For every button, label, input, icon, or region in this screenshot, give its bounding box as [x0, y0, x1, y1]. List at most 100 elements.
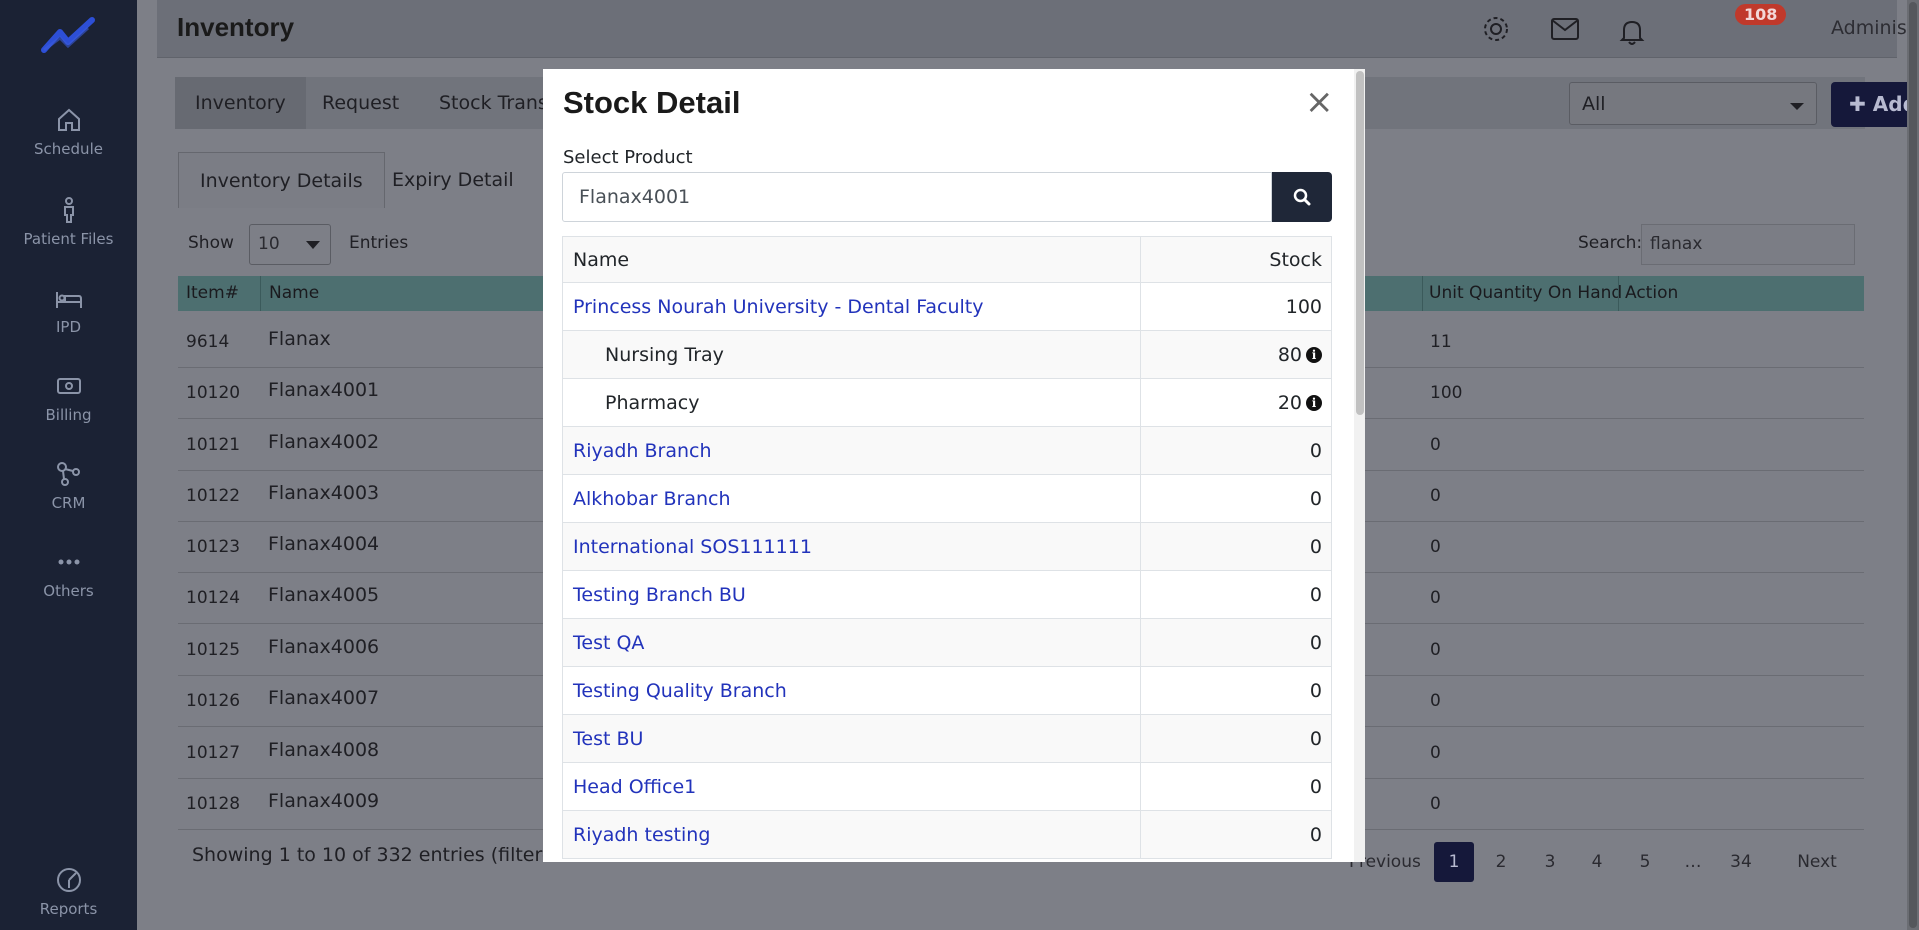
branch-link[interactable]: Testing Branch BU — [573, 584, 746, 606]
sidebar-item-patient-files[interactable]: Patient Files — [0, 196, 137, 248]
location-name: Nursing Tray — [605, 344, 724, 366]
network-icon — [56, 462, 80, 486]
item-number: 10126 — [186, 691, 241, 711]
branch-link[interactable]: International SOS111111 — [573, 536, 812, 558]
item-name[interactable]: Flanax4004 — [268, 533, 379, 555]
logo-icon[interactable] — [40, 16, 96, 56]
column-header-name: Name — [573, 249, 630, 271]
sidebar-item-label: Others — [43, 582, 94, 600]
sidebar-item-label: CRM — [51, 494, 86, 512]
column-header-action: Action — [1618, 276, 1678, 311]
stock-row[interactable]: Princess Nourah University - Dental Facu… — [562, 283, 1332, 331]
tab-inventory[interactable]: Inventory — [175, 77, 306, 129]
unit-quantity: 0 — [1430, 743, 1441, 763]
item-name[interactable]: Flanax4003 — [268, 482, 379, 504]
sidebar-item-others[interactable]: Others — [0, 548, 137, 600]
tab-request[interactable]: Request — [302, 77, 419, 129]
sidebar-item-label: IPD — [55, 318, 82, 336]
info-icon[interactable]: i — [1306, 395, 1322, 411]
item-name[interactable]: Flanax4007 — [268, 687, 379, 709]
modal-scrollbar-thumb[interactable] — [1356, 71, 1364, 415]
pagination-page[interactable]: 5 — [1625, 842, 1665, 882]
stock-value: 0 — [1309, 776, 1322, 798]
item-number: 10124 — [186, 588, 241, 608]
unit-quantity: 0 — [1430, 588, 1441, 608]
search-label: Search: — [1578, 233, 1643, 253]
search-input[interactable]: flanax — [1641, 224, 1855, 265]
stock-detail-modal: Stock Detail × Select Product Flanax4001… — [543, 69, 1365, 862]
page-size-select[interactable]: 10 — [249, 224, 331, 265]
product-search-button[interactable] — [1272, 172, 1332, 222]
unit-quantity: 11 — [1430, 332, 1452, 352]
sidebar-item-label: Billing — [45, 406, 92, 424]
branch-link[interactable]: Princess Nourah University - Dental Facu… — [573, 296, 984, 318]
stock-row[interactable]: Test BU 0 — [562, 715, 1332, 763]
stock-row[interactable]: International SOS111111 0 — [562, 523, 1332, 571]
sidebar-item-reports[interactable]: Reports — [0, 866, 137, 918]
branch-link[interactable]: Riyadh testing — [573, 824, 710, 846]
pagination-page[interactable]: 2 — [1481, 842, 1521, 882]
stock-value: 0 — [1309, 536, 1322, 558]
stock-row[interactable]: Test QA 0 — [562, 619, 1332, 667]
home-icon — [57, 108, 80, 131]
product-input[interactable]: Flanax4001 — [562, 172, 1272, 222]
tab-expiry-detail[interactable]: Expiry Detail — [371, 152, 535, 208]
show-label: Show — [188, 233, 234, 253]
gear-icon[interactable] — [1482, 15, 1510, 43]
branch-link[interactable]: Test BU — [573, 728, 643, 750]
pagination-page[interactable]: 1 — [1434, 842, 1474, 882]
item-number: 10127 — [186, 743, 241, 763]
item-name[interactable]: Flanax — [268, 328, 331, 350]
item-name[interactable]: Flanax4008 — [268, 739, 379, 761]
pagination-next[interactable]: Next — [1789, 842, 1845, 882]
tab-inventory-details[interactable]: Inventory Details — [178, 152, 385, 208]
close-icon[interactable]: × — [1305, 85, 1334, 119]
column-header-name[interactable]: Name — [260, 276, 319, 311]
add-button[interactable]: ✚ Add — [1831, 82, 1919, 127]
stock-row[interactable]: Riyadh testing 0 — [562, 811, 1332, 859]
info-icon[interactable]: i — [1306, 347, 1322, 363]
stock-row[interactable]: Testing Branch BU 0 — [562, 571, 1332, 619]
item-name[interactable]: Flanax4009 — [268, 790, 379, 812]
select-product-label: Select Product — [563, 147, 693, 168]
item-name[interactable]: Flanax4001 — [268, 379, 379, 401]
page-scrollbar-thumb[interactable] — [1909, 2, 1917, 928]
sidebar: Schedule Patient Files IPD Billing CRM O… — [0, 0, 137, 930]
bell-icon[interactable] — [1619, 18, 1645, 46]
table-info: Showing 1 to 10 of 332 entries (filtered… — [192, 844, 579, 866]
stock-cell: 0 — [1140, 619, 1332, 666]
stock-value: 0 — [1309, 680, 1322, 702]
stock-row[interactable]: Riyadh Branch 0 — [562, 427, 1332, 475]
stock-row[interactable]: Testing Quality Branch 0 — [562, 667, 1332, 715]
stock-cell: 0 — [1140, 475, 1332, 522]
stock-row[interactable]: Alkhobar Branch 0 — [562, 475, 1332, 523]
column-header-item[interactable]: Item# — [186, 283, 239, 303]
branch-link[interactable]: Testing Quality Branch — [573, 680, 787, 702]
sidebar-item-billing[interactable]: Billing — [0, 372, 137, 424]
pagination-page[interactable]: 3 — [1530, 842, 1570, 882]
filter-select[interactable]: All — [1569, 82, 1817, 125]
user-name[interactable]: Administrator — [1831, 17, 1919, 39]
stock-row[interactable]: Head Office1 0 — [562, 763, 1332, 811]
stock-value: 0 — [1309, 632, 1322, 654]
branch-link[interactable]: Head Office1 — [573, 776, 696, 798]
filter-selected: All — [1582, 93, 1606, 115]
item-name[interactable]: Flanax4006 — [268, 636, 379, 658]
stock-cell: 0 — [1140, 811, 1332, 858]
branch-link[interactable]: Riyadh Branch — [573, 440, 712, 462]
sidebar-item-crm[interactable]: CRM — [0, 460, 137, 512]
column-header-unit-qty[interactable]: Unit Quantity On Hand — [1422, 276, 1622, 311]
branch-link[interactable]: Alkhobar Branch — [573, 488, 731, 510]
pagination-page[interactable]: 34 — [1721, 842, 1761, 882]
branch-link[interactable]: Test QA — [573, 632, 644, 654]
mail-icon[interactable] — [1550, 17, 1580, 41]
item-name[interactable]: Flanax4002 — [268, 431, 379, 453]
stock-value: 100 — [1285, 296, 1322, 318]
pagination-page[interactable]: 4 — [1577, 842, 1617, 882]
item-name[interactable]: Flanax4005 — [268, 584, 379, 606]
unit-quantity: 0 — [1430, 794, 1441, 814]
stock-cell: 0 — [1140, 427, 1332, 474]
page-title: Inventory — [177, 12, 295, 42]
sidebar-item-ipd[interactable]: IPD — [0, 284, 137, 336]
sidebar-item-schedule[interactable]: Schedule — [0, 106, 137, 158]
